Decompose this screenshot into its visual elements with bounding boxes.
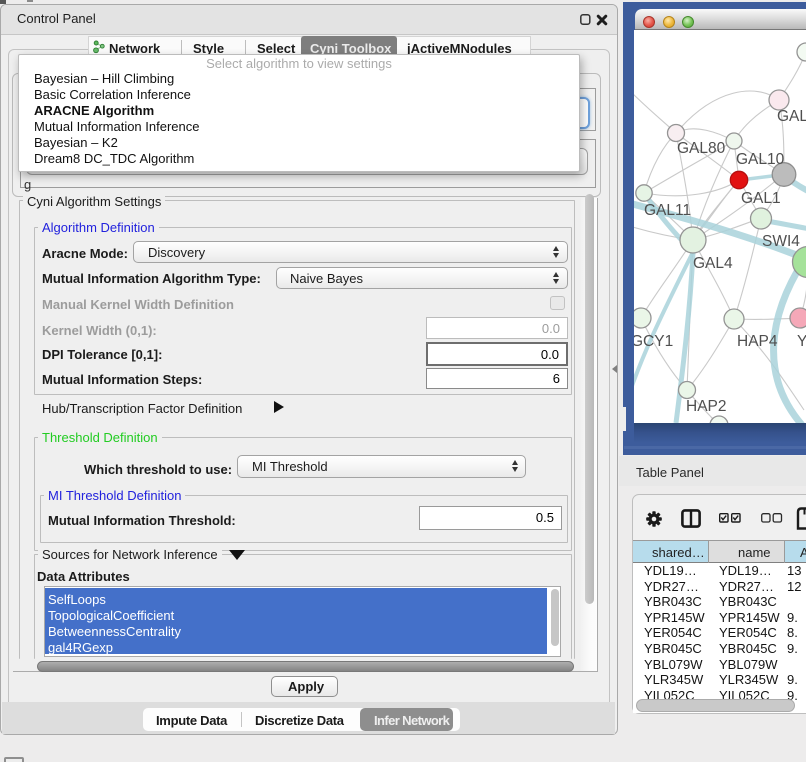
svg-text:GAL: GAL — [777, 108, 806, 125]
svg-text:GAL11: GAL11 — [644, 202, 691, 219]
svg-text:GAL1: GAL1 — [741, 190, 781, 207]
svg-text:SWI4: SWI4 — [762, 233, 800, 250]
svg-text:HAP2: HAP2 — [686, 398, 727, 415]
svg-text:GAL10: GAL10 — [736, 151, 785, 168]
svg-text:GCY1: GCY1 — [634, 333, 673, 350]
svg-text:HAP4: HAP4 — [737, 333, 778, 350]
svg-text:GAL80: GAL80 — [677, 140, 726, 157]
svg-text:GAL4: GAL4 — [693, 255, 733, 272]
svg-text:Y: Y — [797, 333, 806, 350]
